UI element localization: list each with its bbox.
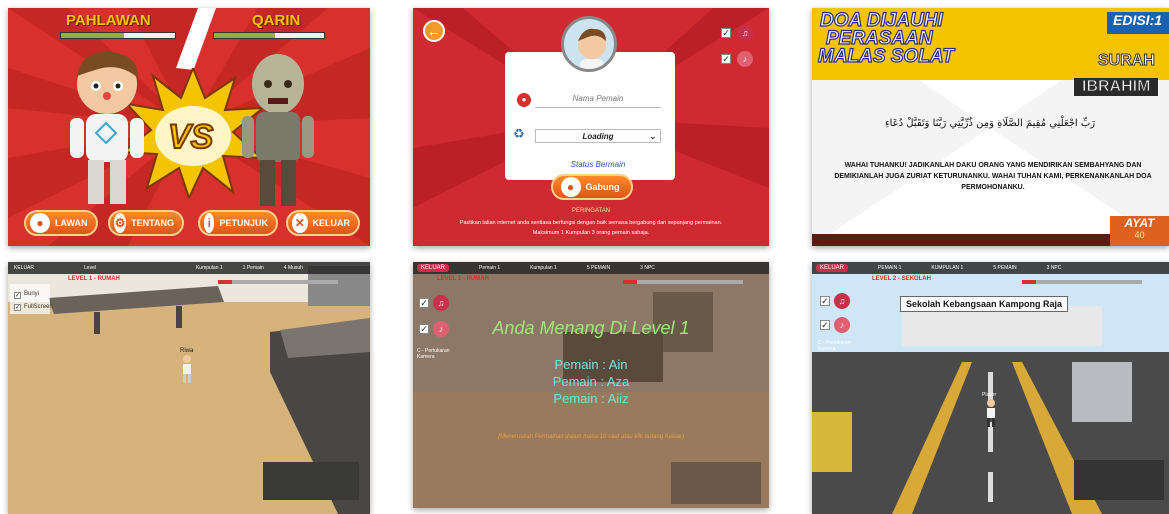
warning-text-1: Pastikan talian internet anda sentiasa b… bbox=[459, 220, 723, 226]
group-icon: ♻ bbox=[513, 126, 525, 141]
level-label: LEVEL 1 - RUMAH bbox=[437, 276, 489, 282]
warning-title: PERINGATAN bbox=[571, 208, 611, 214]
fullscreen-option-label: FullScreen bbox=[24, 304, 53, 310]
camera-label: C - Pertukaran Kamera bbox=[818, 340, 851, 352]
lobby-screenshot: ← ✓ ♫ ✓ ♪ ● Nama Pemain ♻ Loading ⌄ Statu… bbox=[413, 8, 769, 246]
winner-player-3: Pemain : Aiiz bbox=[553, 391, 629, 406]
health-bar bbox=[1022, 280, 1142, 284]
status-text: Status Bermain bbox=[570, 160, 626, 169]
school-sign: Sekolah Kebangsaan Kampong Raja bbox=[900, 296, 1069, 312]
hud-bar: KELUAR Pemain 1 Kumpulan 1 5 PEMAIN 3 NP… bbox=[413, 262, 769, 274]
winner-player-2: Pemain : Aza bbox=[552, 374, 630, 389]
keluar-button[interactable]: ✕ KELUAR bbox=[286, 210, 360, 236]
player-name-input[interactable]: Nama Pemain bbox=[535, 94, 661, 108]
speaker-icon[interactable]: ♫ bbox=[737, 25, 753, 41]
sound-option-label: Bunyi bbox=[24, 291, 40, 297]
chevron-down-icon: ⌄ bbox=[649, 131, 656, 141]
sound-checkbox[interactable]: ✓ bbox=[721, 28, 731, 38]
music-checkbox[interactable]: ✓ bbox=[820, 320, 830, 330]
hero-character bbox=[70, 51, 144, 204]
enemy-name-label: QARIN bbox=[252, 12, 301, 29]
sound-checkbox[interactable]: ✓ bbox=[820, 296, 830, 306]
sound-checkbox[interactable]: ✓ bbox=[419, 298, 429, 308]
health-bar bbox=[218, 280, 338, 284]
winner-player-1: Pemain : Ain bbox=[554, 357, 628, 372]
school-gameplay: KELUAR PEMAIN 1 KUMPULAN 1 5 PEMAIN 3 NP… bbox=[812, 262, 1169, 514]
lawan-button[interactable]: ● LAWAN bbox=[24, 210, 98, 236]
keluar-button[interactable]: KELUAR bbox=[816, 264, 849, 272]
ayat-badge: AYAT 40 bbox=[1110, 216, 1169, 246]
zombie-character bbox=[242, 54, 314, 206]
player-character bbox=[987, 399, 995, 427]
enemy-health-bar bbox=[213, 32, 325, 39]
arabic-verse: رَبِّ اجْعَلْنِي مُقِيمَ الصَّلَاةِ وَمِ… bbox=[884, 118, 1096, 129]
tentang-button[interactable]: ⚙ TENTANG bbox=[108, 210, 184, 236]
user-icon: ● bbox=[517, 93, 531, 107]
health-bar bbox=[623, 280, 743, 284]
user-icon: ● bbox=[30, 213, 50, 233]
player-character bbox=[183, 355, 191, 383]
sound-checkbox[interactable]: ✓ bbox=[14, 292, 21, 299]
win-title: Anda Menang Di Level 1 bbox=[492, 318, 690, 338]
verse-translation: Wahai Tuhanku! Jadikanlah daku orang yan… bbox=[834, 162, 1152, 191]
warning-text-2: Maksimum 1 Kumpulan 3 orang pemain sahaj… bbox=[532, 230, 650, 236]
speaker-icon[interactable]: ♫ bbox=[433, 295, 449, 311]
hud-bar: KELUAR PEMAIN 1 KUMPULAN 1 5 PEMAIN 3 NP… bbox=[812, 262, 1169, 274]
music-icon[interactable]: ♪ bbox=[737, 51, 753, 67]
fullscreen-checkbox[interactable]: ✓ bbox=[14, 304, 21, 311]
gabung-button[interactable]: ● Gabung bbox=[551, 174, 633, 200]
vs-label: VS bbox=[167, 117, 214, 157]
surah-label: SURAH bbox=[1098, 52, 1156, 70]
main-menu-screenshot: PAHLAWAN QARIN VS ● LAWAN ⚙ TENTANG i PETUN… bbox=[8, 8, 370, 246]
doa-poster: DOA DIJAUHI PERASAAN MALAS SOLAT EDISI:1… bbox=[812, 8, 1169, 246]
user-icon: ● bbox=[560, 177, 581, 197]
level-label: LEVEL 1 - RUMAH bbox=[68, 276, 120, 282]
surah-name: IBRAHIM bbox=[1074, 78, 1159, 96]
keluar-button[interactable]: KELUAR bbox=[417, 264, 450, 272]
continue-note: (Meneruskan Permainan dalam masa 10 saat… bbox=[497, 434, 685, 440]
player-name-label: PAHLAWAN bbox=[66, 12, 151, 29]
edition-badge: EDISI:1 bbox=[1107, 12, 1169, 34]
win-screen: KELUAR Pemain 1 Kumpulan 1 5 PEMAIN 3 NP… bbox=[413, 262, 769, 508]
title-line-3: MALAS SOLAT bbox=[817, 45, 954, 67]
group-select[interactable]: Loading ⌄ bbox=[535, 129, 661, 143]
gear-icon: ⚙ bbox=[114, 213, 127, 233]
music-icon[interactable]: ♪ bbox=[834, 317, 850, 333]
hud-bar: KELUAR Level Kumpulan 1 1 Pemain 4 Musuh bbox=[8, 262, 370, 274]
level-label: LEVEL 2 - SEKOLAH bbox=[872, 276, 931, 282]
info-icon: i bbox=[204, 213, 215, 233]
back-button[interactable]: ← bbox=[423, 20, 445, 42]
music-checkbox[interactable]: ✓ bbox=[721, 54, 731, 64]
close-icon: ✕ bbox=[292, 213, 308, 233]
petunjuk-button[interactable]: i PETUNJUK bbox=[198, 210, 278, 236]
house-scene bbox=[8, 262, 370, 514]
house-gameplay: KELUAR Level Kumpulan 1 1 Pemain 4 Musuh… bbox=[8, 262, 370, 514]
avatar bbox=[561, 16, 617, 72]
speaker-icon[interactable]: ♫ bbox=[834, 293, 850, 309]
